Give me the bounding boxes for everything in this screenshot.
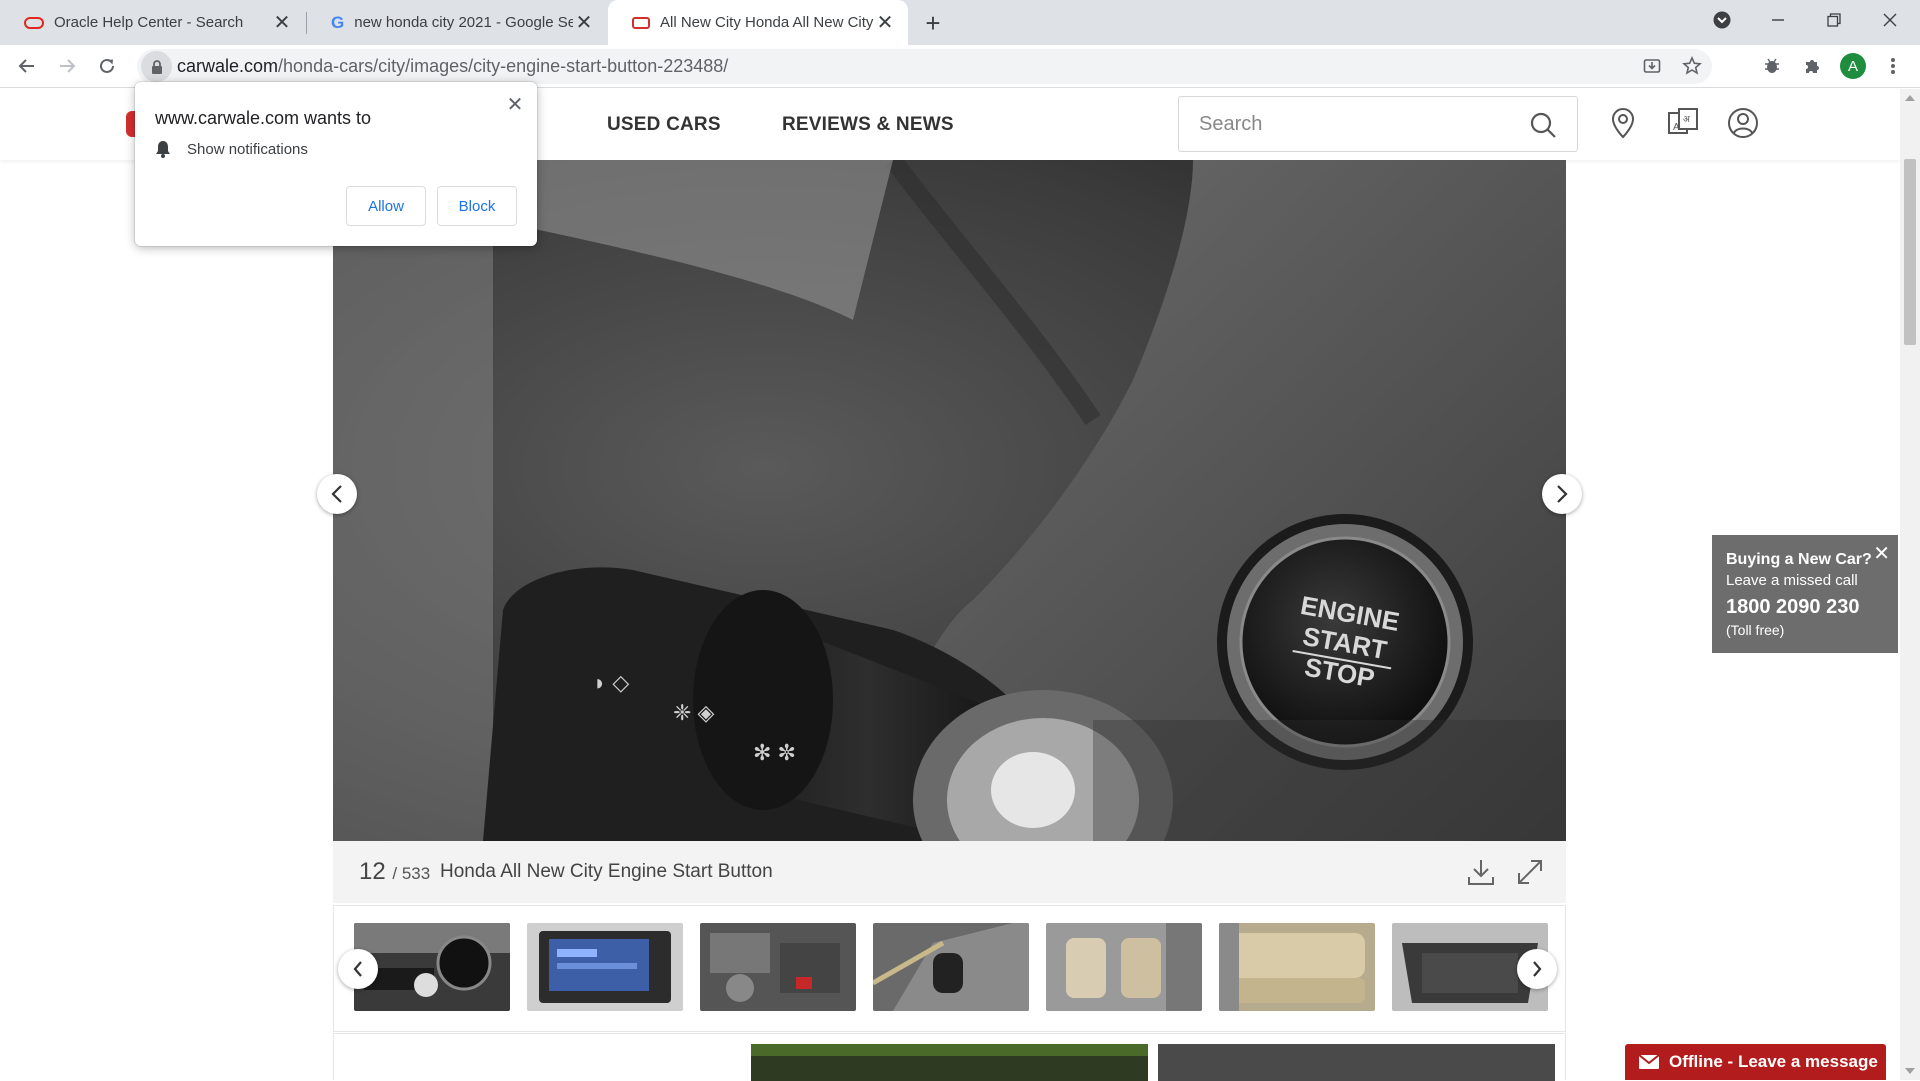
browser-tab-oracle[interactable]: Oracle Help Center - Search ✕ <box>0 0 305 45</box>
page-scrollbar[interactable] <box>1900 89 1920 1080</box>
forward-icon[interactable] <box>50 49 84 83</box>
tab-title: new honda city 2021 - Google Se <box>354 14 573 31</box>
reload-icon[interactable] <box>90 49 124 83</box>
svg-text:A: A <box>1673 122 1680 133</box>
url-path: /honda-cars/city/images/city-engine-star… <box>278 56 729 76</box>
thumbnail-strip <box>333 905 1566 1032</box>
permission-label: Show notifications <box>187 140 308 158</box>
image-current-index: 12 <box>359 858 386 885</box>
missed-call-note: (Toll free) <box>1726 622 1785 638</box>
image-caption-bar: 12 / 533 Honda All New City Engine Start… <box>333 841 1566 903</box>
carwale-icon <box>632 16 650 29</box>
browser-tab-google[interactable]: G new honda city 2021 - Google Se ✕ <box>307 0 607 45</box>
lock-icon[interactable] <box>141 51 172 82</box>
chevron-right-icon <box>1557 485 1568 503</box>
svg-text:अ: अ <box>1683 114 1691 124</box>
thumbnail-engine-bay[interactable] <box>700 923 856 1011</box>
fullscreen-expand-icon[interactable] <box>1513 855 1547 889</box>
offline-chat-label: Offline - Leave a message <box>1669 1052 1878 1071</box>
search-icon[interactable] <box>1529 111 1557 139</box>
google-icon: G <box>331 12 345 32</box>
bell-icon <box>156 141 170 158</box>
chevron-left-icon <box>353 961 362 977</box>
location-pin-icon[interactable] <box>1603 103 1643 143</box>
close-icon[interactable]: ✕ <box>271 12 293 34</box>
browser-tab-bar: Oracle Help Center - Search ✕ G new hond… <box>0 0 1920 45</box>
download-icon[interactable] <box>1464 855 1498 889</box>
new-tab-icon[interactable]: + <box>918 8 948 38</box>
thumbnails-next-button[interactable] <box>1517 949 1557 989</box>
engine-start-button-photo: ENGINE START STOP ◗ ◇ ❈ ◈ ✻ ✼ <box>333 160 1566 841</box>
nav-used-cars[interactable]: USED CARS <box>607 89 721 160</box>
thumbnail-rear-seats[interactable] <box>1219 923 1375 1011</box>
nav-reviews-news[interactable]: REVIEWS & NEWS <box>782 89 954 160</box>
missed-call-subtitle: Leave a missed call <box>1726 572 1858 589</box>
gallery-next-button[interactable] <box>1542 474 1582 514</box>
related-content-section <box>333 1033 1566 1081</box>
thumbnails-prev-button[interactable] <box>338 949 378 989</box>
svg-text:❈ ◈: ❈ ◈ <box>673 700 715 725</box>
envelope-icon <box>1639 1055 1659 1069</box>
image-counter: 12 / 533 <box>359 841 430 903</box>
thumbnail-front-seats[interactable] <box>1046 923 1202 1011</box>
missed-call-widget[interactable]: Buying a New Car? Leave a missed call 18… <box>1712 535 1898 653</box>
install-app-icon[interactable] <box>1637 51 1667 81</box>
offline-chat-button[interactable]: Offline - Leave a message <box>1625 1044 1886 1080</box>
tab-title: Oracle Help Center - Search <box>54 14 244 31</box>
close-icon[interactable]: ✕ <box>503 92 527 116</box>
thumbnail-gear-lever[interactable] <box>873 923 1029 1011</box>
browser-menu-icon[interactable] <box>1878 51 1908 81</box>
address-bar[interactable]: carwale.com/honda-cars/city/images/city-… <box>137 49 1712 84</box>
restore-icon[interactable] <box>1806 0 1862 40</box>
thumbnail-infotainment[interactable] <box>527 923 683 1011</box>
bookmark-star-icon[interactable] <box>1677 51 1707 81</box>
chevron-right-icon <box>1533 961 1542 977</box>
profile-avatar[interactable]: A <box>1838 51 1868 81</box>
scroll-thumb[interactable] <box>1904 159 1916 345</box>
missed-call-title: Buying a New Car? <box>1726 551 1872 568</box>
user-account-icon[interactable] <box>1723 103 1763 143</box>
chevron-left-icon <box>331 485 342 503</box>
block-button[interactable]: Block <box>437 186 517 226</box>
gallery-main-image[interactable]: ENGINE START STOP ◗ ◇ ❈ ◈ ✻ ✼ <box>333 160 1566 841</box>
permission-row: Show notifications <box>155 140 308 158</box>
minimize-icon[interactable] <box>1750 0 1806 40</box>
tab-title: All New City Honda All New City <box>660 14 874 31</box>
related-image-2[interactable] <box>1158 1044 1555 1081</box>
bug-extension-icon[interactable] <box>1757 51 1787 81</box>
close-icon[interactable]: ✕ <box>874 12 896 34</box>
svg-text:✻ ✼: ✻ ✼ <box>753 740 796 765</box>
scroll-up-arrow-icon[interactable] <box>1905 95 1915 101</box>
allow-button[interactable]: Allow <box>346 186 426 226</box>
tab-search-icon[interactable] <box>1694 0 1750 40</box>
close-icon[interactable]: ✕ <box>1873 541 1890 566</box>
close-icon[interactable]: ✕ <box>573 12 595 34</box>
window-close-icon[interactable] <box>1862 0 1918 40</box>
missed-call-phone: 1800 2090 230 <box>1726 596 1860 618</box>
back-icon[interactable] <box>10 49 44 83</box>
notification-permission-popup: www.carwale.com wants to ✕ Show notifica… <box>135 82 537 246</box>
scroll-down-arrow-icon[interactable] <box>1905 1068 1915 1074</box>
browser-tab-carwale[interactable]: All New City Honda All New City ✕ <box>608 0 908 45</box>
image-total: / 533 <box>392 864 431 883</box>
extensions-puzzle-icon[interactable] <box>1797 51 1827 81</box>
related-image-1[interactable] <box>751 1044 1148 1081</box>
url-domain: carwale.com <box>177 56 279 76</box>
oracle-icon <box>24 16 44 29</box>
language-icon[interactable]: Aअ <box>1663 103 1703 143</box>
svg-text:◗ ◇: ◗ ◇ <box>593 670 629 695</box>
site-search-input[interactable] <box>1179 97 1499 151</box>
image-caption: Honda All New City Engine Start Button <box>440 861 773 882</box>
url-text: carwale.com/honda-cars/city/images/city-… <box>177 49 728 84</box>
gallery-prev-button[interactable] <box>317 474 357 514</box>
permission-title: www.carwale.com wants to <box>155 108 372 128</box>
profile-initial: A <box>1840 53 1866 79</box>
site-search-box <box>1178 96 1578 152</box>
